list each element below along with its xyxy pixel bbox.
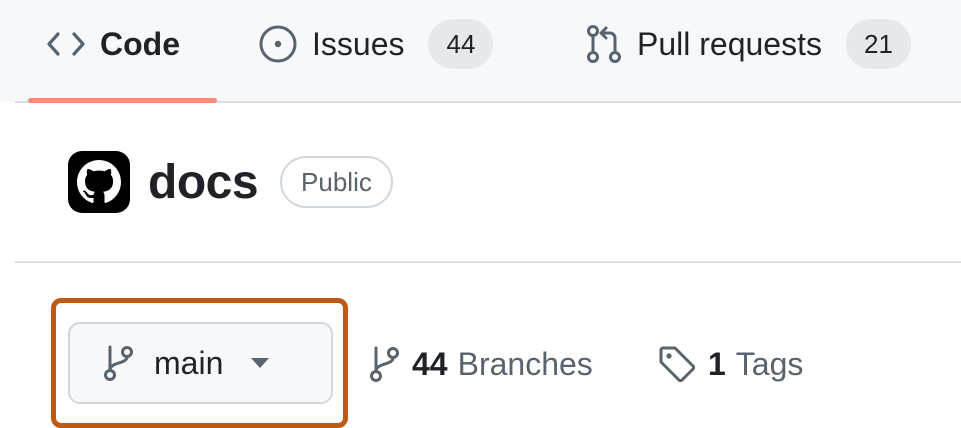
git-pull-request-icon bbox=[585, 24, 623, 64]
visibility-badge: Public bbox=[280, 156, 393, 208]
section-divider bbox=[15, 261, 961, 263]
tags-count: 1 bbox=[708, 345, 726, 382]
tags-label: Tags bbox=[735, 345, 804, 382]
tag-icon bbox=[658, 345, 696, 383]
tab-code[interactable]: Code bbox=[46, 15, 180, 73]
branches-label: Branches bbox=[457, 345, 593, 382]
branches-count: 44 bbox=[412, 345, 448, 382]
github-mark-icon[interactable] bbox=[68, 151, 130, 213]
branches-link[interactable]: 44 Branches bbox=[370, 338, 593, 390]
active-tab-indicator bbox=[28, 98, 217, 103]
code-icon bbox=[46, 30, 86, 58]
issues-counter: 44 bbox=[428, 19, 494, 69]
issue-opened-icon bbox=[258, 24, 298, 64]
tab-pull-requests[interactable]: Pull requests 21 bbox=[585, 15, 911, 73]
tags-link[interactable]: 1 Tags bbox=[658, 338, 803, 390]
tab-issues[interactable]: Issues 44 bbox=[258, 15, 494, 73]
tab-code-label: Code bbox=[100, 25, 180, 62]
git-branch-icon bbox=[370, 345, 400, 383]
repo-header: docs Public bbox=[68, 150, 393, 214]
branch-selector-highlight bbox=[51, 298, 348, 428]
repo-name[interactable]: docs bbox=[148, 155, 259, 210]
pull-requests-counter: 21 bbox=[845, 19, 911, 69]
tab-issues-label: Issues bbox=[312, 25, 405, 62]
tab-pull-requests-label: Pull requests bbox=[637, 25, 822, 62]
